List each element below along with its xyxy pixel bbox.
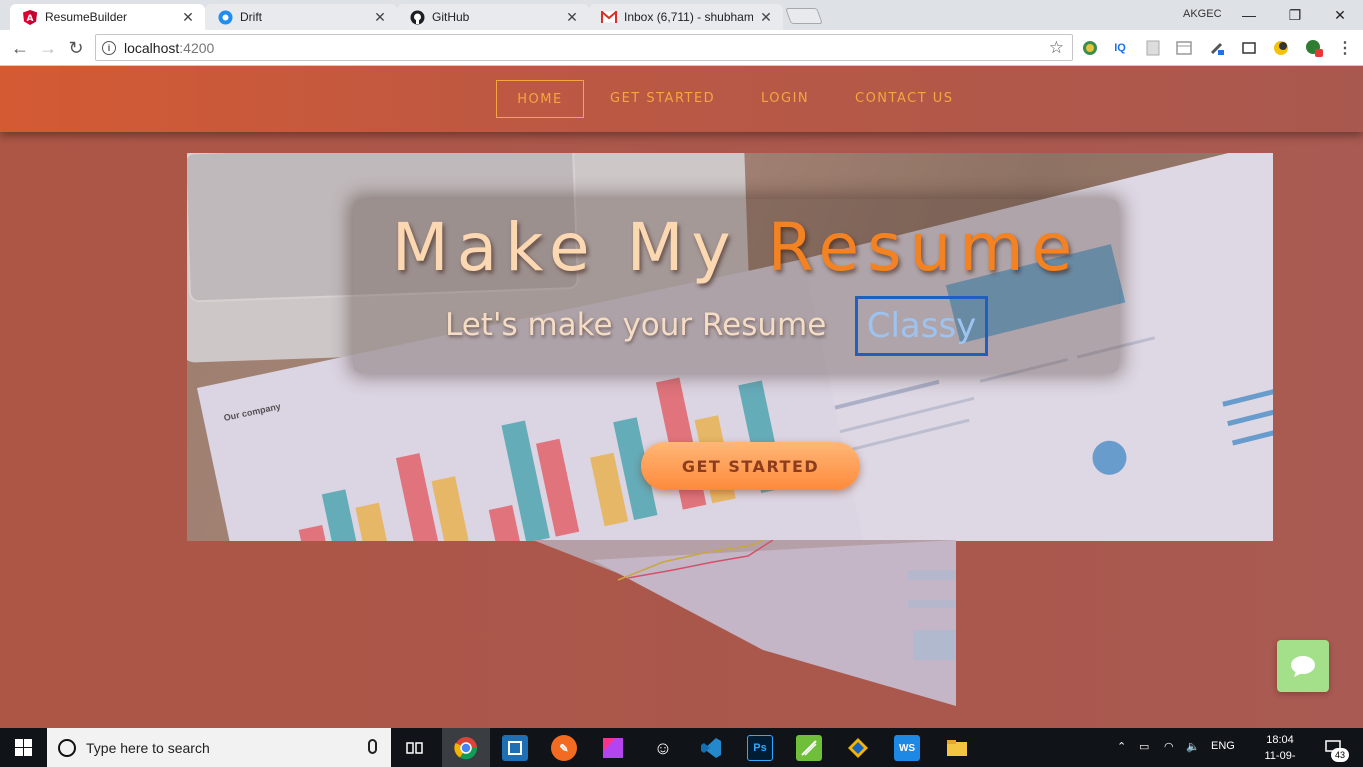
back-icon[interactable]: ← <box>10 38 30 58</box>
cortana-icon <box>58 738 76 757</box>
hero-image-lower-fold <box>533 540 956 706</box>
store-app-icon[interactable] <box>502 735 528 761</box>
page-viewport: HOME GET STARTED LOGIN CONTACT US Our co… <box>0 66 1363 728</box>
svg-text:A: A <box>27 14 34 24</box>
windows-start-icon[interactable] <box>0 728 47 767</box>
info-icon[interactable]: i <box>102 40 116 55</box>
photoshop-app-icon[interactable]: Ps <box>747 735 773 761</box>
hero-title-resume: Resume <box>767 209 1081 286</box>
gmail-icon <box>601 9 617 25</box>
url-port: :4200 <box>179 39 215 56</box>
hero-subtitle: Let's make your Resume <box>445 307 827 343</box>
typed-highlight-word: Classy <box>855 296 988 356</box>
battery-icon[interactable]: ▭ <box>1139 740 1149 753</box>
tab-title: Drift <box>240 10 262 24</box>
address-bar[interactable]: i localhost:4200 ☆ <box>95 34 1073 61</box>
browser-toolbar: ← → ↻ i localhost:4200 ☆ IQ ⋮ <box>0 30 1363 66</box>
webstorm-app-icon[interactable]: WS <box>894 735 920 761</box>
windows-taskbar: Type here to search ✎ ☺ Ps WS ⌃ ▭ ◠ 🔈 EN… <box>0 728 1363 767</box>
postman-app-icon[interactable]: ✎ <box>551 735 577 761</box>
language-indicator[interactable]: ENG <box>1211 740 1235 752</box>
nav-get-started[interactable]: GET STARTED <box>610 91 715 106</box>
chat-bubble-icon <box>1291 656 1315 677</box>
tab-drift[interactable]: Drift ✕ <box>205 4 397 30</box>
tab-github[interactable]: GitHub ✕ <box>397 4 589 30</box>
close-tab-icon[interactable]: ✕ <box>373 9 387 26</box>
clock-date: 11-09-2018 <box>1264 750 1296 767</box>
reload-icon[interactable]: ↻ <box>66 38 86 58</box>
file-explorer-icon[interactable] <box>944 735 970 761</box>
forward-icon[interactable]: → <box>38 38 58 58</box>
browser-tabstrip: A ResumeBuilder ✕ Drift ✕ GitHub ✕ Inbox… <box>0 0 1363 30</box>
nav-home[interactable]: HOME <box>496 80 584 118</box>
window-close-icon[interactable]: ✕ <box>1317 0 1363 30</box>
nav-login[interactable]: LOGIN <box>761 91 809 106</box>
wifi-icon[interactable]: ◠ <box>1164 740 1174 753</box>
chrome-app-icon[interactable] <box>453 735 479 761</box>
taskbar-search-placeholder: Type here to search <box>86 739 210 756</box>
extension-globe-icon[interactable] <box>1081 39 1099 57</box>
task-view-icon[interactable] <box>402 735 428 761</box>
vscode-app-icon[interactable] <box>698 735 724 761</box>
profile-name[interactable]: AKGEC <box>1183 8 1222 20</box>
clock-time: 18:04 <box>1266 734 1294 746</box>
restore-icon[interactable]: ❐ <box>1272 0 1318 30</box>
notification-count: 43 <box>1331 748 1349 762</box>
tab-gmail[interactable]: Inbox (6,711) - shubham§ ✕ <box>589 4 783 30</box>
tab-title: GitHub <box>432 10 470 24</box>
extension-capture-icon[interactable] <box>1240 39 1258 57</box>
hero-title-card: Make My Resume Let's make your Resume Cl… <box>353 199 1119 373</box>
close-tab-icon[interactable]: ✕ <box>759 9 773 26</box>
bookmark-star-icon[interactable]: ☆ <box>1049 38 1064 58</box>
extension-notification-icon[interactable] <box>1305 39 1323 57</box>
taskbar-search[interactable]: Type here to search <box>47 728 391 767</box>
get-started-button[interactable]: GET STARTED <box>641 442 860 490</box>
tab-title: Inbox (6,711) - shubham§ <box>624 10 753 24</box>
taskbar-clock[interactable]: 18:04 11-09-2018 <box>1258 732 1302 767</box>
chat-widget-button[interactable] <box>1277 640 1329 692</box>
extension-layout-icon[interactable] <box>1175 39 1193 57</box>
microphone-icon[interactable] <box>368 739 377 754</box>
chrome-menu-icon[interactable]: ⋮ <box>1336 39 1354 57</box>
extension-eyedropper-icon[interactable] <box>1208 39 1226 57</box>
tab-resumebuilder[interactable]: A ResumeBuilder ✕ <box>10 4 205 30</box>
site-navbar: HOME GET STARTED LOGIN CONTACT US <box>0 66 1363 132</box>
close-tab-icon[interactable]: ✕ <box>181 9 195 26</box>
angular-icon: A <box>22 9 38 25</box>
hero-title-make-my: Make My <box>391 209 739 286</box>
url-host: localhost <box>124 39 180 56</box>
new-tab-button[interactable] <box>785 8 823 24</box>
tray-expand-icon[interactable]: ⌃ <box>1117 740 1126 753</box>
drift-icon <box>217 9 233 25</box>
nav-contact-us[interactable]: CONTACT US <box>855 91 954 106</box>
smiley-app-icon[interactable]: ☺ <box>650 735 676 761</box>
extension-moon-icon[interactable] <box>1272 39 1290 57</box>
tab-title: ResumeBuilder <box>45 10 128 24</box>
hero-title: Make My Resume <box>353 209 1119 286</box>
volume-icon[interactable]: 🔈 <box>1186 740 1200 753</box>
minimize-icon[interactable]: — <box>1226 0 1272 30</box>
extension-iq-icon[interactable]: IQ <box>1111 39 1129 57</box>
sourcetree-app-icon[interactable] <box>845 735 871 761</box>
notepad-app-icon[interactable] <box>796 735 822 761</box>
action-center-icon[interactable]: 43 <box>1322 737 1349 762</box>
close-tab-icon[interactable]: ✕ <box>565 9 579 26</box>
github-icon <box>409 9 425 25</box>
extension-pdf-icon[interactable] <box>1144 39 1162 57</box>
phpstorm-app-icon[interactable] <box>600 735 626 761</box>
